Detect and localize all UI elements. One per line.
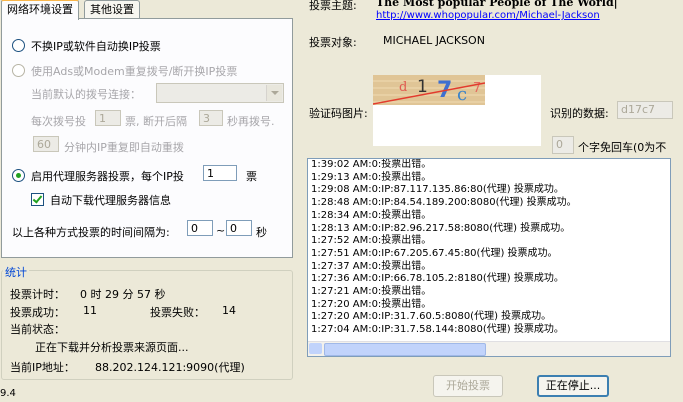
object-label: 投票对象: xyxy=(309,36,357,49)
fail-label: 投票失败： xyxy=(150,306,205,319)
label-no-change: 不换IP或软件自动换IP投票 xyxy=(31,40,161,53)
network-settings-panel: 不换IP或软件自动换IP投票 使用Ads或Modem重复拨号/断开换IP投票 当… xyxy=(1,18,293,258)
interval-max-input[interactable]: 0 xyxy=(226,220,252,236)
version-fragment: 9.4 xyxy=(0,388,16,399)
timer-value: 0 时 29 分 57 秒 xyxy=(80,288,166,301)
captcha-label: 验证码图片: xyxy=(309,107,368,120)
timer-label: 投票计时： xyxy=(10,288,65,301)
success-label: 投票成功： xyxy=(10,306,65,319)
scroll-left-icon[interactable] xyxy=(309,343,322,354)
label-default-dial: 当前默认的拨号连接： xyxy=(31,88,141,101)
ip-value: 88.202.124.121:9090(代理) xyxy=(95,361,245,374)
radio-no-change[interactable] xyxy=(12,39,25,52)
label-dial-each: 每次拨号投 xyxy=(31,115,86,128)
radio-proxy[interactable] xyxy=(12,169,25,182)
tab-other[interactable]: 其他设置 xyxy=(84,0,140,18)
status-label: 当前状态： xyxy=(10,323,65,336)
log-row[interactable]: 1:28:13 AM:0:IP:82.96.217.58:8080(代理) 投票… xyxy=(308,223,670,236)
skip-count-input[interactable]: 0 xyxy=(552,136,574,154)
vote-log-list[interactable]: 1:39:02 AM:0:投票出错。 1:29:13 AM:0:投票出错。 1:29… xyxy=(307,158,671,357)
log-rows: 1:39:02 AM:0:投票出错。 1:29:13 AM:0:投票出错。 1:29… xyxy=(308,159,670,337)
log-row[interactable]: 1:27:20 AM:0:IP:31.7.60.5:8080(代理) 投票成功。 xyxy=(308,311,670,324)
tab-network[interactable]: 网络环境设置 xyxy=(1,0,79,20)
subject-value: The Most popular People of The World| xyxy=(376,0,618,9)
subject-label: 投票主题: xyxy=(309,0,357,12)
svg-text:d: d xyxy=(399,80,407,95)
start-vote-button[interactable]: 开始投票 xyxy=(433,375,503,397)
stop-button[interactable]: 正在停止... xyxy=(537,375,609,397)
success-value: 11 xyxy=(83,304,97,317)
captcha-picture: d 1 7 c 7 xyxy=(373,75,485,105)
recognized-input[interactable]: d17c7 xyxy=(617,101,673,119)
label-adsl: 使用Ads或Modem重复拨号/断开换IP投票 xyxy=(31,65,238,78)
log-row[interactable]: 1:27:37 AM:0:投票出错。 xyxy=(308,261,670,274)
status-value: 正在下载并分析投票来源页面... xyxy=(35,341,189,354)
log-row[interactable]: 1:28:48 AM:0:IP:84.54.189.200:8080(代理) 投… xyxy=(308,197,670,210)
log-row[interactable]: 1:27:51 AM:0:IP:67.205.67.45:80(代理) 投票成功… xyxy=(308,248,670,261)
radio-adsl[interactable] xyxy=(12,64,25,77)
label-auto-download: 自动下载代理服务器信息 xyxy=(50,194,171,207)
label-proxy-unit: 票 xyxy=(246,170,257,183)
captcha-image: d 1 7 c 7 xyxy=(373,75,541,146)
auto-download-checkbox[interactable] xyxy=(31,193,44,206)
label-repeat: 分钟内IP重复即自动重拨 xyxy=(64,141,184,154)
dial-each-input[interactable]: 1 xyxy=(95,110,121,126)
log-row[interactable]: 1:27:20 AM:0:投票出错。 xyxy=(308,299,670,312)
ip-label: 当前IP地址： xyxy=(10,361,75,374)
label-proxy: 启用代理服务器投票，每个IP投 xyxy=(31,170,184,183)
label-dial-wait: 秒再拨号. xyxy=(227,115,275,128)
skip-label: 个字免回车(0为不 xyxy=(578,141,667,154)
log-row[interactable]: 1:27:36 AM:0:IP:66.78.105.2:8180(代理) 投票成… xyxy=(308,273,670,286)
chevron-down-icon xyxy=(266,85,282,101)
interval-tilde: ~ xyxy=(216,224,226,237)
label-dial-mid: 票, 断开后隔 xyxy=(125,115,187,128)
log-horizontal-scrollbar[interactable] xyxy=(308,341,670,356)
recognized-label: 识别的数据: xyxy=(550,107,609,120)
log-row[interactable]: 1:28:34 AM:0:投票出错。 xyxy=(308,210,670,223)
object-value: MICHAEL JACKSON xyxy=(383,34,485,47)
log-row[interactable]: 1:29:08 AM:0:IP:87.117.135.86:80(代理) 投票成… xyxy=(308,184,670,197)
subject-url-link[interactable]: http://www.whopopular.com/Michael-Jackso… xyxy=(376,10,600,21)
radio-selected-dot xyxy=(16,173,21,178)
label-interval-unit: 秒 xyxy=(256,226,267,239)
log-row[interactable]: 1:27:21 AM:0:投票出错。 xyxy=(308,286,670,299)
interval-min-input[interactable]: 0 xyxy=(187,220,213,236)
scroll-thumb[interactable] xyxy=(324,343,486,356)
dial-wait-input[interactable]: 3 xyxy=(199,110,223,126)
label-interval: 以上各种方式投票的时间间隔为: xyxy=(12,226,170,239)
repeat-minutes-input[interactable]: 60 xyxy=(33,136,59,152)
proxy-votes-input[interactable]: 1 xyxy=(203,165,237,181)
log-row[interactable]: 1:29:13 AM:0:投票出错。 xyxy=(308,172,670,185)
dial-connection-select[interactable] xyxy=(156,83,284,103)
stats-group-label: 统计 xyxy=(3,264,29,280)
log-row[interactable]: 1:27:52 AM:0:投票出错。 xyxy=(308,235,670,248)
log-row[interactable]: 1:27:04 AM:0:IP:31.7.58.144:8080(代理) 投票成… xyxy=(308,324,670,337)
log-row[interactable]: 1:39:02 AM:0:投票出错。 xyxy=(308,159,670,172)
fail-value: 14 xyxy=(222,304,236,317)
